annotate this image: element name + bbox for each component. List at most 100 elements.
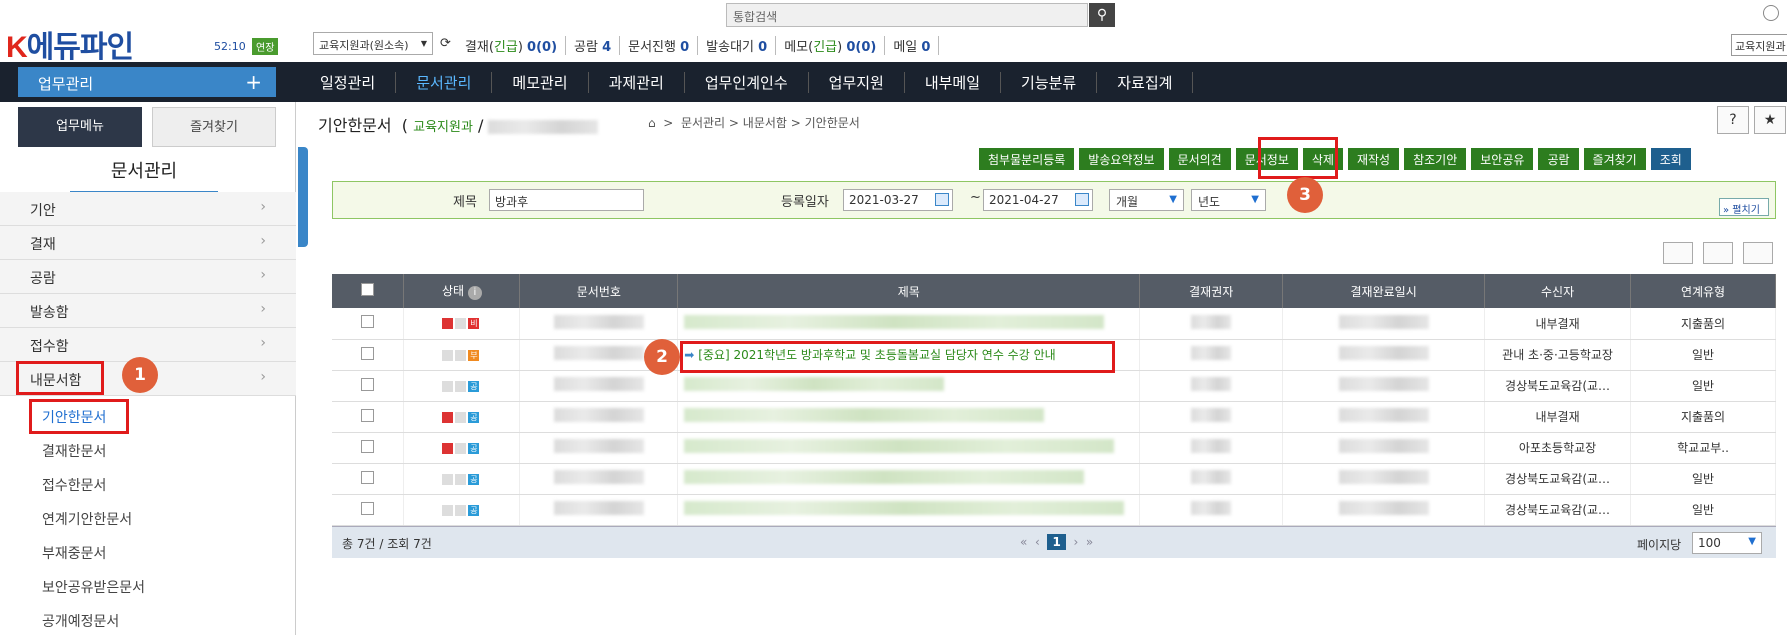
doc-opinion-button[interactable]: 문서의견 <box>1168 148 1231 170</box>
attach-icon <box>455 411 467 423</box>
nav-item[interactable]: 기능분류 <box>1001 72 1098 93</box>
stat-send-wait[interactable]: 발송대기 0 <box>698 36 777 55</box>
sidebar-collapse-handle[interactable] <box>298 147 308 247</box>
user-icon[interactable] <box>1763 5 1779 21</box>
calendar-icon[interactable] <box>935 193 949 206</box>
calendar-icon[interactable] <box>1075 193 1089 206</box>
doc-title-link[interactable] <box>677 401 1141 433</box>
sidebar-item-inbox[interactable]: 접수함 › <box>0 328 296 362</box>
table-row[interactable]: 비 내부결재 지출품의 <box>332 308 1776 340</box>
table-row[interactable]: 공 경상북도교육감(교… 일반 <box>332 494 1776 526</box>
current-page[interactable]: 1 <box>1047 534 1066 550</box>
send-summary-button[interactable]: 발송요약정보 <box>1079 148 1164 170</box>
doc-title-link[interactable] <box>677 494 1141 526</box>
row-checkbox[interactable] <box>361 346 375 360</box>
select-all-header[interactable] <box>332 274 405 308</box>
subitem-approved-docs[interactable]: 결재한문서 <box>42 441 106 461</box>
last-page-icon[interactable]: » <box>1086 535 1093 549</box>
stat-memo[interactable]: 메모(긴급) 0(0) <box>776 36 886 55</box>
year-select[interactable]: 년도 ▼ <box>1191 189 1266 211</box>
subitem-received-docs[interactable]: 접수한문서 <box>42 475 106 495</box>
attach-separate-button[interactable]: 첨부물분리등록 <box>979 148 1075 170</box>
table-row[interactable]: 공 경상북도교육감(교… 일반 <box>332 370 1776 402</box>
table-row[interactable]: 공 아포초등학교장 학교교부.. <box>332 432 1776 464</box>
highlight-box-title <box>680 341 1115 373</box>
row-checkbox[interactable] <box>361 315 375 329</box>
print-icon[interactable] <box>1743 242 1773 264</box>
stat-circulation[interactable]: 공람 4 <box>566 36 621 55</box>
stat-approval[interactable]: 결재(긴급) 0(0) <box>457 36 567 55</box>
work-management-button[interactable]: 업무관리 + <box>18 67 276 97</box>
favorite-button[interactable]: 즐겨찾기 <box>1583 148 1646 170</box>
session-timer: 52:10 <box>214 40 246 53</box>
prev-page-icon[interactable]: ‹ <box>1035 535 1040 549</box>
period-select[interactable]: 개월 ▼ <box>1109 189 1184 211</box>
tab-favorites[interactable]: 즐겨찾기 <box>152 107 276 147</box>
doc-title-link[interactable] <box>677 463 1141 495</box>
nav-item[interactable]: 일정관리 <box>300 72 397 93</box>
org-select[interactable]: 교육지원과 <box>1731 34 1787 56</box>
date-to-input[interactable]: 2021-04-27 <box>983 189 1093 211</box>
help-icon[interactable]: ? <box>1717 106 1749 134</box>
home-icon[interactable]: ⌂ <box>648 116 656 130</box>
doc-title-link[interactable] <box>677 370 1141 402</box>
attach-icon <box>455 349 467 361</box>
nav-item[interactable]: 업무지원 <box>809 72 905 93</box>
secure-share-button[interactable]: 보안공유 <box>1471 148 1534 170</box>
excel-icon[interactable] <box>1663 242 1693 264</box>
doc-title-link[interactable] <box>677 308 1141 340</box>
nav-item[interactable]: 자료집계 <box>1097 72 1194 93</box>
subitem-public-docs[interactable]: 공개예정문서 <box>42 611 119 631</box>
star-icon[interactable]: ★ <box>1754 106 1786 134</box>
row-checkbox[interactable] <box>361 408 375 422</box>
nav-item[interactable]: 내부메일 <box>905 72 1002 93</box>
expand-button[interactable]: » 펼치기 <box>1719 198 1769 216</box>
search-input[interactable]: 통합검색 <box>726 3 1088 27</box>
nav-item-active[interactable]: 문서관리 <box>396 72 493 93</box>
stat-mail[interactable]: 메일 0 <box>885 36 940 55</box>
row-checkbox[interactable] <box>361 470 375 484</box>
subitem-shared-docs[interactable]: 보안공유받은문서 <box>42 577 145 597</box>
title-input[interactable]: 방과후 <box>489 189 644 211</box>
logo[interactable]: K에듀파인 <box>6 22 134 66</box>
per-page-label: 페이지당 <box>1637 538 1682 552</box>
nav-item[interactable]: 과제관리 <box>589 72 685 93</box>
sidebar-item-approval[interactable]: 결재 › <box>0 226 296 260</box>
doc-icon <box>442 349 454 361</box>
subitem-absent-docs[interactable]: 부재중문서 <box>42 543 106 563</box>
nav-item[interactable]: 업무인계인수 <box>685 72 809 93</box>
chevron-down-icon: ▼ <box>1748 536 1756 547</box>
query-button[interactable]: 조회 <box>1650 148 1691 170</box>
sidebar-item-outbox[interactable]: 발송함 › <box>0 294 296 328</box>
extend-session-button[interactable]: 연장 <box>252 38 279 55</box>
table-row[interactable]: 공 경상북도교육감(교… 일반 <box>332 463 1776 495</box>
refresh-icon[interactable]: ⟳ <box>440 36 457 55</box>
status-icon <box>442 318 454 330</box>
select-all-checkbox[interactable] <box>361 283 375 296</box>
search-icon[interactable]: ⚲ <box>1089 3 1115 27</box>
circulation-button[interactable]: 공람 <box>1538 148 1579 170</box>
tab-work-menu[interactable]: 업무메뉴 <box>18 107 142 147</box>
save-icon[interactable] <box>1703 242 1733 264</box>
row-checkbox[interactable] <box>361 439 375 453</box>
ref-draft-button[interactable]: 참조기안 <box>1404 148 1467 170</box>
per-page-select[interactable]: 100 ▼ <box>1692 532 1762 554</box>
nav-item[interactable]: 메모관리 <box>492 72 589 93</box>
total-count: 총 7건 / 조회 7건 <box>342 537 432 551</box>
attach-icon <box>455 504 467 516</box>
subitem-linked-drafts[interactable]: 연계기안한문서 <box>42 509 132 529</box>
sidebar-item-circulation[interactable]: 공람 › <box>0 260 296 294</box>
dept-select[interactable]: 교육지원과(원소속) ▼ <box>313 32 433 55</box>
title-label: 제목 <box>453 195 477 210</box>
next-page-icon[interactable]: › <box>1073 535 1078 549</box>
date-from-input[interactable]: 2021-03-27 <box>843 189 953 211</box>
info-icon[interactable]: i <box>467 286 482 300</box>
doc-title-link[interactable] <box>677 432 1141 464</box>
stat-doc-progress[interactable]: 문서진행 0 <box>620 36 699 55</box>
sidebar-item-draft[interactable]: 기안 › <box>0 192 296 226</box>
first-page-icon[interactable]: « <box>1020 535 1027 549</box>
table-row[interactable]: 공 내부결재 지출품의 <box>332 401 1776 433</box>
rewrite-button[interactable]: 재작성 <box>1347 148 1400 170</box>
row-checkbox[interactable] <box>361 501 375 515</box>
row-checkbox[interactable] <box>361 377 375 391</box>
